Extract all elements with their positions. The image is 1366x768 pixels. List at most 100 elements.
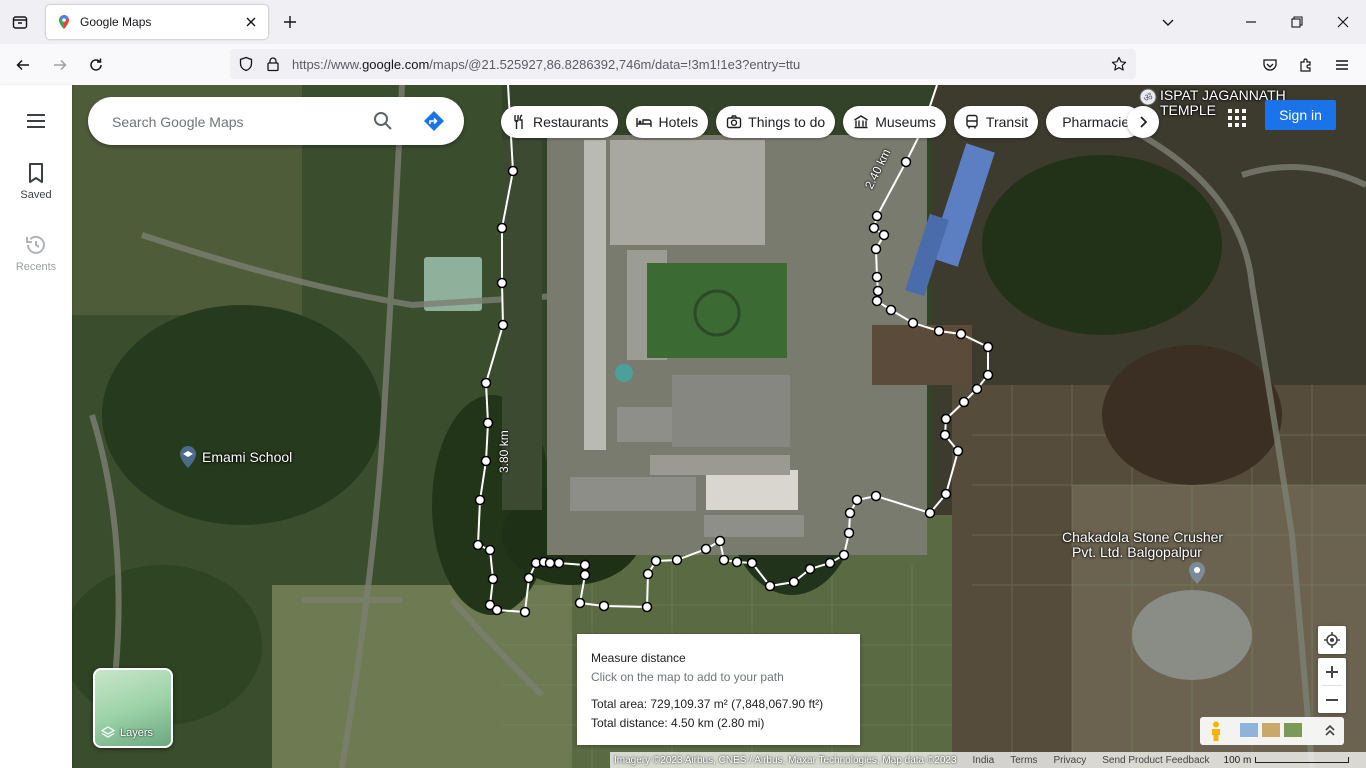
tab-list-icon[interactable]: [8, 10, 32, 34]
measure-vertex[interactable]: [900, 156, 912, 168]
expand-up-icon[interactable]: [1324, 723, 1336, 739]
chips-next-button[interactable]: [1127, 106, 1159, 138]
zoom-in-button[interactable]: [1325, 658, 1339, 685]
measure-vertex[interactable]: [519, 606, 531, 618]
measure-vertex[interactable]: [598, 600, 610, 612]
measure-vertex[interactable]: [843, 527, 855, 539]
imagery-thumb-2[interactable]: [1262, 723, 1280, 737]
measure-vertex[interactable]: [491, 604, 503, 616]
recents-button[interactable]: Recents: [0, 233, 72, 273]
measure-vertex[interactable]: [544, 557, 556, 569]
address-bar[interactable]: https://www.google.com/maps/@21.525927,8…: [230, 49, 1136, 79]
measure-vertex[interactable]: [700, 543, 712, 555]
url-text[interactable]: https://www.google.com/maps/@21.525927,8…: [292, 57, 800, 72]
measure-vertex[interactable]: [933, 325, 945, 337]
measure-vertex[interactable]: [838, 549, 850, 561]
chip-things-to-do[interactable]: Things to do: [716, 106, 836, 138]
measure-vertex[interactable]: [958, 396, 970, 408]
measure-vertex[interactable]: [982, 341, 994, 353]
measure-vertex[interactable]: [472, 539, 484, 551]
measure-vertex[interactable]: [497, 319, 509, 331]
menu-hamburger-icon[interactable]: [1329, 52, 1355, 78]
measure-vertex[interactable]: [574, 597, 586, 609]
measure-vertex[interactable]: [579, 569, 591, 581]
footer-terms-link[interactable]: Terms: [1010, 755, 1037, 766]
measure-vertex[interactable]: [496, 277, 508, 289]
measure-vertex[interactable]: [642, 568, 654, 580]
crusher-pin-icon[interactable]: [1188, 561, 1206, 585]
list-all-tabs-chevron-icon[interactable]: [1156, 10, 1180, 34]
measure-vertex[interactable]: [870, 490, 882, 502]
imagery-thumb-3[interactable]: [1284, 723, 1302, 737]
measure-vertex[interactable]: [650, 555, 662, 567]
search-icon[interactable]: [371, 109, 395, 133]
measure-vertex[interactable]: [553, 557, 565, 569]
extensions-puzzle-icon[interactable]: [1293, 52, 1319, 78]
measure-vertex[interactable]: [971, 383, 983, 395]
imagery-thumb-1[interactable]: [1240, 723, 1258, 737]
measure-vertex[interactable]: [507, 165, 519, 177]
lock-icon[interactable]: [265, 56, 281, 72]
browser-tab[interactable]: Google Maps: [46, 5, 268, 39]
measure-vertex[interactable]: [731, 556, 743, 568]
measure-vertex[interactable]: [868, 222, 880, 234]
measure-vertex[interactable]: [870, 243, 882, 255]
measure-vertex[interactable]: [484, 544, 496, 556]
google-apps-grid-icon[interactable]: [1225, 106, 1249, 130]
chip-transit[interactable]: Transit: [953, 106, 1039, 138]
pocket-icon[interactable]: [1257, 52, 1283, 78]
measure-vertex[interactable]: [788, 576, 800, 588]
scale-label[interactable]: 100 m: [1224, 755, 1252, 766]
measure-vertex[interactable]: [952, 445, 964, 457]
back-arrow-icon[interactable]: [10, 52, 36, 78]
directions-icon[interactable]: [422, 109, 446, 133]
measure-vertex[interactable]: [714, 535, 726, 547]
school-pin-icon[interactable]: [179, 445, 197, 469]
measure-vertex[interactable]: [746, 557, 758, 569]
forward-arrow-icon[interactable]: [47, 52, 73, 78]
restore-window-icon[interactable]: [1283, 8, 1311, 36]
temple-pin-icon[interactable]: ॐ: [1139, 88, 1157, 106]
measure-vertex[interactable]: [940, 488, 952, 500]
measure-vertex[interactable]: [496, 222, 508, 234]
measure-vertex[interactable]: [907, 317, 919, 329]
my-location-button[interactable]: [1318, 626, 1346, 654]
measure-vertex[interactable]: [939, 429, 951, 441]
chip-hotels[interactable]: Hotels: [626, 106, 709, 138]
measure-vertex[interactable]: [671, 554, 683, 566]
measure-vertex[interactable]: [982, 369, 994, 381]
measure-vertex[interactable]: [871, 295, 883, 307]
chip-museums[interactable]: Museums: [843, 106, 946, 138]
measure-vertex[interactable]: [878, 229, 890, 241]
measure-vertex[interactable]: [641, 601, 653, 613]
measure-vertex[interactable]: [940, 413, 952, 425]
footer-privacy-link[interactable]: Privacy: [1053, 755, 1086, 766]
measure-vertex[interactable]: [885, 304, 897, 316]
reload-icon[interactable]: [83, 52, 109, 78]
measure-vertex[interactable]: [487, 573, 499, 585]
footer-feedback-link[interactable]: Send Product Feedback: [1102, 755, 1209, 766]
measure-vertex[interactable]: [579, 559, 591, 571]
measure-vertex[interactable]: [480, 455, 492, 467]
zoom-out-button[interactable]: [1325, 686, 1339, 713]
place-label-emami-school[interactable]: Emami School: [202, 450, 292, 465]
measure-vertex[interactable]: [844, 507, 856, 519]
close-window-icon[interactable]: [1329, 8, 1357, 36]
saved-button[interactable]: Saved: [0, 161, 72, 201]
measure-vertex[interactable]: [824, 557, 836, 569]
measure-vertex[interactable]: [474, 494, 486, 506]
sign-in-button[interactable]: Sign in: [1265, 100, 1336, 130]
pegman-icon[interactable]: [1210, 721, 1222, 741]
bookmark-star-icon[interactable]: [1111, 56, 1127, 72]
main-menu-button[interactable]: [0, 109, 72, 137]
measure-vertex[interactable]: [523, 572, 535, 584]
measure-vertex[interactable]: [871, 271, 883, 283]
measure-vertex[interactable]: [924, 507, 936, 519]
new-tab-plus-icon[interactable]: [278, 10, 302, 34]
shield-icon[interactable]: [238, 56, 254, 72]
measure-vertex[interactable]: [804, 563, 816, 575]
measure-vertex[interactable]: [764, 580, 776, 592]
search-input[interactable]: [110, 109, 354, 135]
measure-vertex[interactable]: [851, 494, 863, 506]
map-canvas[interactable]: ॐ ISPAT JAGANNATH TEMPLE Emami School Ch…: [72, 85, 1366, 768]
